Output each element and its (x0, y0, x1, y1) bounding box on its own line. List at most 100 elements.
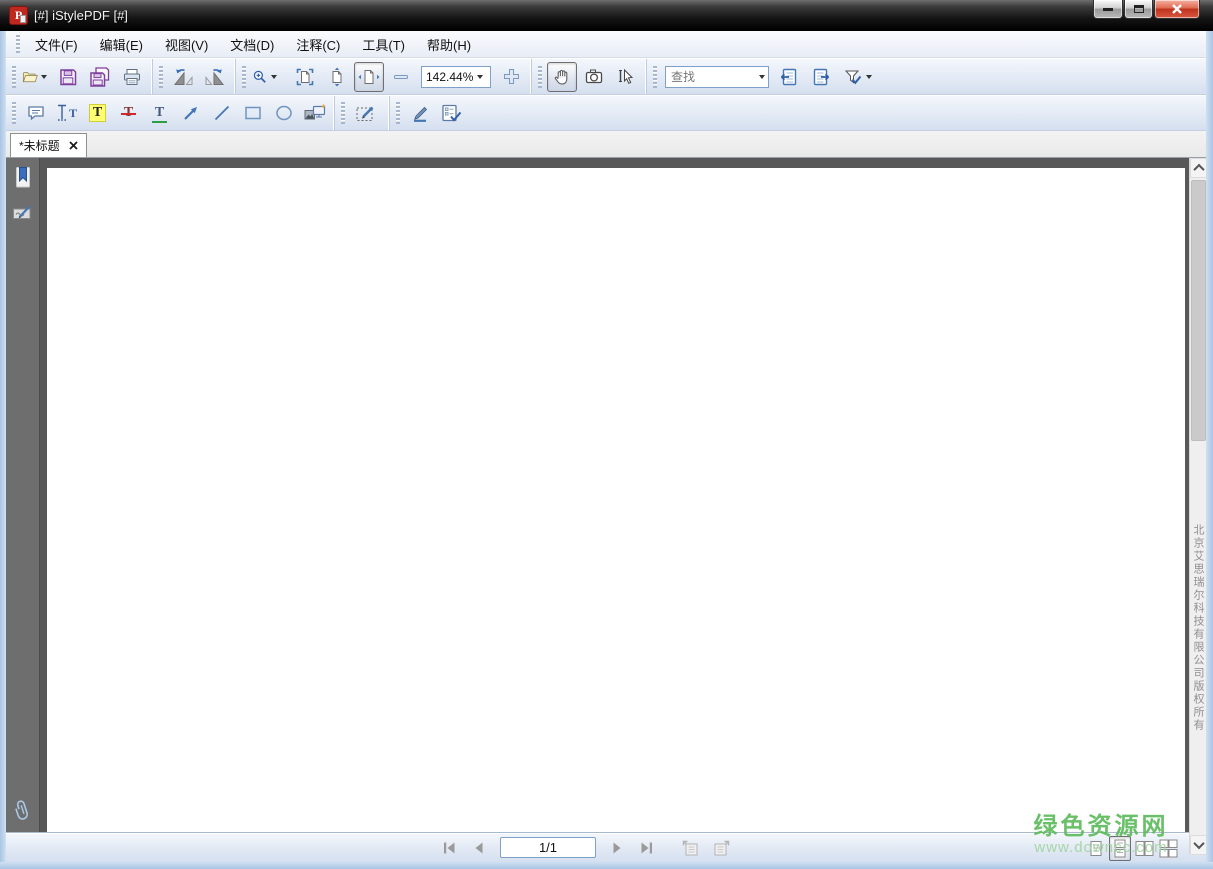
strikeout-text-button[interactable]: T (114, 99, 143, 127)
fit-width-button[interactable] (354, 61, 384, 92)
title-bar[interactable]: P [#] iStylePDF [#] (0, 0, 1213, 31)
select-tool-button[interactable] (611, 62, 641, 92)
bookmarks-icon (15, 166, 30, 187)
zoom-out-icon (394, 74, 408, 79)
fit-page-button[interactable] (290, 62, 320, 92)
first-page-button[interactable] (437, 837, 461, 859)
previous-page-icon (475, 842, 483, 853)
open-button[interactable] (21, 62, 51, 92)
app-icon-page (20, 15, 26, 23)
zoom-tool-button[interactable] (251, 62, 281, 92)
hand-tool-icon (554, 69, 568, 85)
two-page-layout-button[interactable] (1133, 836, 1155, 861)
attachments-panel-button[interactable] (10, 796, 36, 824)
rotate-right-button[interactable] (200, 62, 230, 92)
zoom-in-button[interactable] (496, 62, 526, 92)
pdf-page[interactable] (47, 168, 1185, 832)
minimize-button[interactable] (1093, 0, 1123, 19)
image-stamp-button[interactable] (300, 99, 329, 127)
menu-view[interactable]: 视图(V) (154, 31, 219, 58)
ellipse-annotation-button[interactable] (269, 99, 298, 127)
maximize-button[interactable] (1124, 0, 1153, 19)
pen-area-group (334, 96, 389, 130)
insert-text-button[interactable]: T (52, 99, 81, 127)
signature-icon (12, 205, 30, 219)
ink-form-group (389, 96, 470, 130)
pen-select-area-button[interactable] (350, 99, 384, 127)
bookmarks-panel-button[interactable] (10, 163, 36, 191)
save-as-button[interactable] (85, 62, 115, 92)
next-page-button[interactable] (605, 837, 629, 859)
hand-tool-button[interactable] (547, 61, 577, 92)
file-group (6, 59, 152, 94)
ellipse-icon (275, 105, 292, 121)
menu-comment[interactable]: 注释(C) (285, 31, 351, 58)
print-button[interactable] (117, 62, 147, 92)
tab-close-button[interactable] (69, 141, 78, 150)
last-page-button[interactable] (635, 837, 659, 859)
comment-filter-button[interactable] (838, 62, 880, 92)
tab-close-icon (69, 141, 78, 150)
underline-text-button[interactable]: T (145, 99, 174, 127)
menu-file[interactable]: 文件(F) (24, 31, 89, 58)
menu-help[interactable]: 帮助(H) (416, 31, 482, 58)
vertical-scrollbar[interactable] (1189, 158, 1207, 855)
snapshot-button[interactable] (579, 62, 609, 92)
two-page-continuous-layout-button[interactable] (1157, 836, 1179, 861)
tab-label: *未标题 (19, 139, 60, 153)
highlight-text-icon: T (88, 104, 107, 122)
find-next-icon (813, 68, 830, 85)
note-comment-button[interactable] (21, 99, 50, 127)
rotate-left-button[interactable] (168, 62, 198, 92)
search-combo (665, 65, 769, 88)
zoom-magnifier-icon (253, 70, 266, 83)
minimize-icon (1103, 7, 1113, 11)
page-number-input[interactable] (500, 837, 596, 858)
previous-page-button[interactable] (467, 837, 491, 859)
next-view-icon (714, 840, 730, 855)
insert-text-ibeam-icon (57, 104, 66, 121)
tab-untitled[interactable]: *未标题 (10, 133, 87, 157)
zoom-out-button[interactable] (386, 62, 416, 92)
find-previous-button[interactable] (774, 62, 804, 92)
menu-document[interactable]: 文档(D) (219, 31, 285, 58)
line-icon (214, 105, 229, 121)
save-button[interactable] (53, 62, 83, 92)
pen-select-area-icon (356, 106, 374, 121)
next-view-button[interactable] (709, 837, 733, 859)
navigation-panel-strip (6, 158, 40, 832)
annotation-group: T T T T (6, 96, 334, 130)
line-annotation-button[interactable] (207, 99, 236, 127)
app-icon: P (10, 7, 27, 24)
find-previous-icon (780, 68, 797, 85)
zoom-combo-caret-icon (477, 74, 483, 79)
rectangle-annotation-button[interactable] (238, 99, 267, 127)
menu-edit[interactable]: 编辑(E) (89, 31, 154, 58)
ink-draw-button[interactable] (405, 99, 434, 127)
zoom-level-combo[interactable]: 142.44% (421, 65, 491, 88)
view-history (676, 837, 736, 859)
continuous-layout-button[interactable] (1109, 836, 1131, 861)
page-canvas[interactable] (41, 158, 1189, 832)
form-check-button[interactable] (436, 99, 465, 127)
scroll-up-button[interactable] (1190, 158, 1207, 178)
single-page-layout-button[interactable] (1085, 836, 1107, 861)
menu-gripper (16, 35, 20, 53)
close-icon (1172, 4, 1182, 14)
print-icon (124, 68, 140, 85)
scroll-down-button[interactable] (1190, 835, 1207, 855)
previous-view-button[interactable] (679, 837, 703, 859)
zoom-in-icon (503, 69, 519, 84)
arrow-annotation-button[interactable] (176, 99, 205, 127)
close-button[interactable] (1154, 0, 1200, 19)
next-page-icon (613, 842, 621, 853)
menu-tools[interactable]: 工具(T) (351, 31, 416, 58)
continuous-layout-icon (1114, 839, 1126, 858)
scrollbar-thumb[interactable] (1191, 180, 1206, 441)
find-next-button[interactable] (806, 62, 836, 92)
fit-height-button[interactable] (322, 62, 352, 92)
signature-panel-button[interactable] (10, 199, 36, 227)
highlight-text-button[interactable]: T (83, 99, 112, 127)
image-stamp-icon (304, 103, 326, 120)
search-input[interactable] (666, 67, 744, 86)
